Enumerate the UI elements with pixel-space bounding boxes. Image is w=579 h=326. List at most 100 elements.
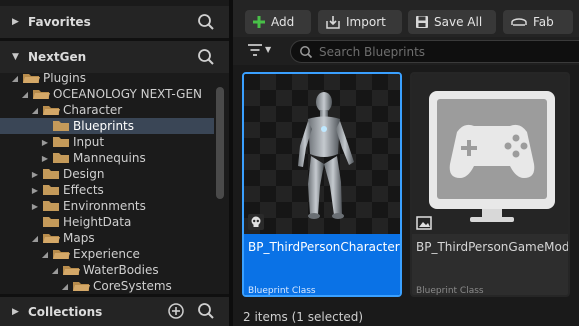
save-all-button[interactable]: Save All bbox=[408, 10, 496, 34]
asset-label-area: BP_ThirdPersonGameMode Blueprint Class bbox=[412, 234, 570, 296]
add-label: Add bbox=[271, 15, 295, 29]
tree-item[interactable]: ▶ Environments bbox=[0, 198, 214, 214]
filter-bar: ▼ bbox=[233, 37, 579, 65]
gamepad-monitor-icon bbox=[429, 91, 555, 222]
filter-icon[interactable] bbox=[247, 43, 263, 60]
tree-item-selected[interactable]: Blueprints bbox=[0, 118, 214, 134]
tree-item-label: WaterBodies bbox=[83, 263, 159, 277]
collapse-arrow-icon[interactable]: ▶ bbox=[30, 170, 40, 179]
collapse-arrow-icon[interactable]: ▶ bbox=[30, 202, 40, 211]
tree-scrollbar[interactable] bbox=[216, 87, 224, 199]
expand-arrow-icon[interactable]: ◢ bbox=[30, 106, 40, 115]
tree-item[interactable]: ▶ Effects bbox=[0, 182, 214, 198]
search-icon bbox=[300, 45, 313, 58]
tree-item[interactable]: ▶ Mannequins bbox=[0, 150, 214, 166]
expand-arrow-icon[interactable]: ◢ bbox=[60, 282, 70, 291]
import-button[interactable]: Import bbox=[318, 10, 402, 34]
tree-item[interactable]: ◢ Experience bbox=[0, 246, 214, 262]
fab-icon bbox=[511, 18, 527, 26]
search-icon[interactable] bbox=[197, 48, 215, 66]
folder-icon bbox=[42, 200, 60, 212]
folder-tree[interactable]: ◢ Plugins ◢ OCEANOLOGY NEXT-GEN ◢ Charac… bbox=[0, 73, 229, 295]
status-bar: 2 items (1 selected) bbox=[233, 306, 579, 326]
tree-item-label: Input bbox=[73, 135, 105, 149]
tree-item-label: Maps bbox=[63, 231, 95, 245]
tree-item-label: CoreSystems bbox=[93, 279, 172, 293]
collapse-arrow-icon[interactable]: ▶ bbox=[40, 154, 50, 163]
project-label: NextGen bbox=[28, 50, 87, 64]
save-icon bbox=[416, 16, 428, 28]
favorites-label: Favorites bbox=[28, 15, 91, 29]
folder-icon bbox=[42, 184, 60, 196]
folder-icon bbox=[52, 152, 70, 164]
expand-arrow-icon[interactable]: ◢ bbox=[30, 234, 40, 243]
expand-arrow-icon[interactable]: ◢ bbox=[50, 266, 60, 275]
collapse-arrow-icon[interactable]: ▶ bbox=[30, 186, 40, 195]
folder-icon bbox=[42, 216, 60, 228]
filter-dropdown-icon[interactable]: ▼ bbox=[265, 45, 271, 54]
search-input[interactable] bbox=[319, 44, 559, 59]
tree-item-label: Effects bbox=[63, 183, 104, 197]
fab-button[interactable]: Fab bbox=[503, 10, 573, 34]
search-icon[interactable] bbox=[197, 302, 215, 320]
tree-item-label: Experience bbox=[73, 247, 140, 261]
tree-item[interactable]: ◢ WaterBodies bbox=[0, 262, 214, 278]
favorites-header[interactable]: ▶ Favorites bbox=[0, 6, 229, 38]
search-icon[interactable] bbox=[197, 13, 215, 31]
expand-arrow-icon[interactable]: ▼ bbox=[12, 52, 22, 62]
save-all-label: Save All bbox=[434, 15, 483, 29]
search-box[interactable] bbox=[290, 40, 579, 63]
content-panel: Add Import Save All Fab ▼ Search Bluepri… bbox=[233, 0, 579, 326]
asset-thumbnail bbox=[244, 74, 400, 234]
tree-item[interactable]: HeightData bbox=[0, 214, 214, 230]
collections-label: Collections bbox=[28, 304, 103, 319]
folder-icon bbox=[52, 136, 70, 148]
open-folder-icon bbox=[62, 264, 80, 276]
collapse-arrow-icon[interactable]: ▶ bbox=[12, 17, 22, 27]
asset-type: Blueprint Class bbox=[248, 286, 316, 296]
tree-item[interactable]: ◢ CoreSystems bbox=[0, 278, 214, 294]
add-button[interactable]: Add bbox=[245, 10, 311, 34]
add-collection-icon[interactable] bbox=[167, 302, 185, 320]
content-toolbar: Add Import Save All Fab bbox=[233, 0, 579, 37]
collapse-arrow-icon[interactable]: ▶ bbox=[40, 138, 50, 147]
tree-item-label: Design bbox=[63, 167, 105, 181]
folder-icon bbox=[52, 120, 70, 132]
asset-thumbnail bbox=[412, 74, 568, 234]
collections-header[interactable]: ▶ Collections bbox=[0, 297, 229, 326]
tree-item-label: Plugins bbox=[43, 73, 86, 85]
import-label: Import bbox=[346, 15, 386, 29]
tree-item[interactable]: ▶ Design bbox=[0, 166, 214, 182]
tree-item[interactable]: ◢ Maps bbox=[0, 230, 214, 246]
open-folder-icon bbox=[72, 280, 90, 292]
import-icon bbox=[326, 16, 340, 29]
open-folder-icon bbox=[32, 88, 50, 100]
expand-arrow-icon[interactable]: ◢ bbox=[10, 74, 20, 83]
tree-item[interactable]: ◢ Plugins bbox=[0, 73, 214, 86]
asset-name: BP_ThirdPersonGameMode bbox=[416, 240, 570, 254]
folder-icon bbox=[42, 168, 60, 180]
skull-icon bbox=[248, 214, 264, 230]
item-count-status: 2 items (1 selected) bbox=[243, 310, 364, 324]
tree-item-label: Blueprints bbox=[73, 119, 135, 133]
collapse-arrow-icon[interactable]: ▶ bbox=[12, 307, 22, 317]
asset-tile[interactable]: BP_ThirdPersonGameMode Blueprint Class bbox=[410, 72, 570, 297]
asset-grid[interactable]: BP_ThirdPersonCharacter Blueprint Class bbox=[233, 66, 579, 306]
open-folder-icon bbox=[22, 73, 40, 84]
tree-item-label: Mannequins bbox=[73, 151, 146, 165]
asset-tile-selected[interactable]: BP_ThirdPersonCharacter Blueprint Class bbox=[242, 72, 402, 297]
expand-arrow-icon[interactable]: ◢ bbox=[20, 90, 30, 99]
asset-type: Blueprint Class bbox=[416, 286, 484, 296]
expand-arrow-icon[interactable]: ◢ bbox=[40, 250, 50, 259]
image-icon bbox=[416, 216, 432, 230]
tree-item[interactable]: ◢ Character bbox=[0, 102, 214, 118]
tree-item[interactable]: ◢ OCEANOLOGY NEXT-GEN bbox=[0, 86, 214, 102]
tree-item-label: Character bbox=[63, 103, 123, 117]
sources-panel: ▶ Favorites ▼ NextGen ◢ Plugins ◢ OCEANO… bbox=[0, 0, 229, 326]
open-folder-icon bbox=[52, 248, 70, 260]
project-header[interactable]: ▼ NextGen bbox=[0, 41, 229, 73]
tree-item[interactable]: ▶ Input bbox=[0, 134, 214, 150]
asset-name: BP_ThirdPersonCharacter bbox=[248, 240, 400, 254]
mannequin-figure-icon bbox=[298, 92, 354, 219]
open-folder-icon bbox=[42, 232, 60, 244]
